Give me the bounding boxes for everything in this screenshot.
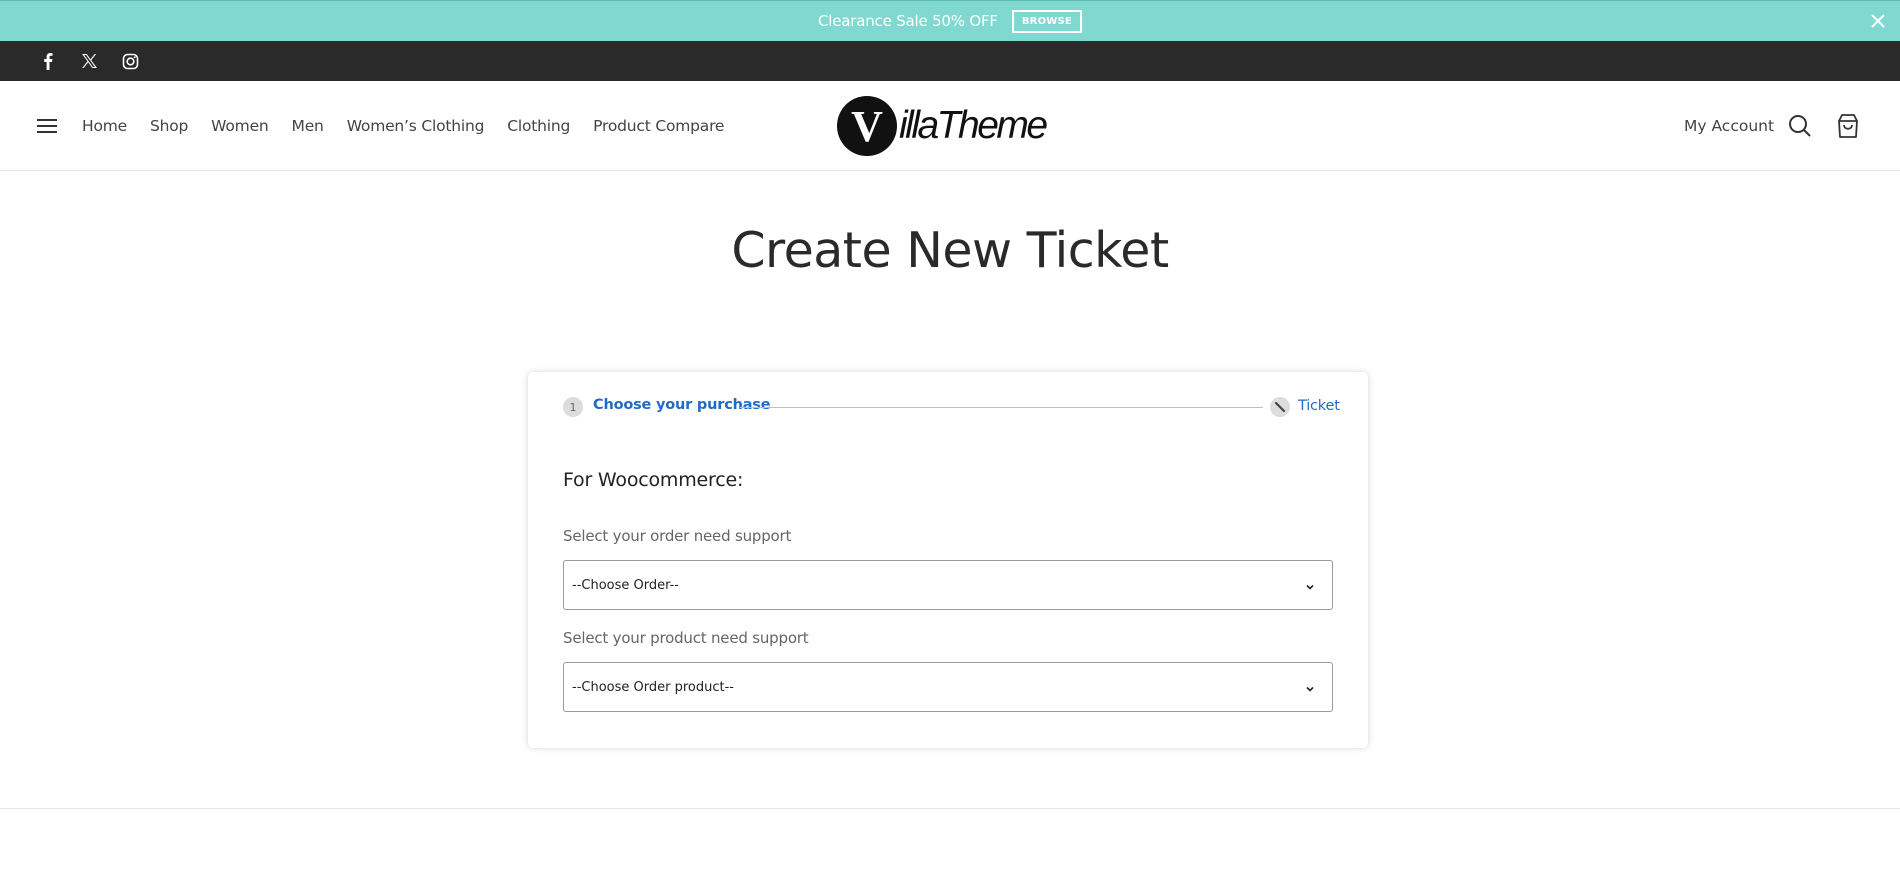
site-logo[interactable]: V illaTheme	[837, 94, 1059, 158]
nav-item-clothing[interactable]: Clothing	[507, 117, 570, 135]
page-title: Create New Ticket	[731, 222, 1169, 279]
x-twitter-icon[interactable]	[79, 51, 99, 71]
facebook-icon[interactable]	[38, 51, 58, 71]
announcement-text: Clearance Sale 50% OFF	[818, 12, 998, 30]
nav-item-home[interactable]: Home	[82, 117, 127, 135]
site-header: Home Shop Women Men Women’s Clothing Clo…	[0, 81, 1900, 171]
instagram-icon[interactable]	[120, 51, 140, 71]
nav-item-men[interactable]: Men	[292, 117, 324, 135]
nav-item-womens-clothing[interactable]: Women’s Clothing	[347, 117, 485, 135]
chevron-down-icon	[1304, 578, 1316, 590]
social-bar	[0, 41, 1900, 81]
step-connector-line	[740, 407, 1263, 408]
step-1-label[interactable]: Choose your purchase	[593, 397, 771, 413]
order-select[interactable]: --Choose Order--	[563, 560, 1333, 610]
section-heading: For Woocommerce:	[563, 469, 744, 491]
my-account-link[interactable]: My Account	[1684, 81, 1774, 171]
logo-text: illaTheme	[899, 104, 1048, 147]
order-select-value: --Choose Order--	[572, 577, 680, 593]
browse-button[interactable]: BROWSE	[1011, 9, 1082, 33]
product-select-value: --Choose Order product--	[572, 679, 734, 695]
nav-item-product-compare[interactable]: Product Compare	[593, 117, 724, 135]
step-2-label[interactable]: Ticket	[1298, 398, 1340, 414]
product-select-label: Select your product need support	[563, 629, 809, 647]
nav-item-shop[interactable]: Shop	[150, 117, 188, 135]
pencil-icon	[1270, 397, 1290, 417]
step-1-number: 1	[563, 397, 583, 417]
product-select[interactable]: --Choose Order product--	[563, 662, 1333, 712]
footer-divider	[0, 808, 1900, 809]
main-nav: Home Shop Women Men Women’s Clothing Clo…	[82, 81, 747, 171]
close-icon[interactable]	[1868, 11, 1888, 31]
chevron-down-icon	[1304, 680, 1316, 692]
nav-item-women[interactable]: Women	[211, 117, 269, 135]
announcement-bar: Clearance Sale 50% OFF BROWSE	[0, 0, 1900, 41]
shopping-bag-icon[interactable]	[1836, 113, 1860, 139]
hamburger-menu-icon[interactable]	[36, 116, 58, 136]
step-indicator: 1 Choose your purchase Ticket	[563, 395, 1340, 419]
logo-mark: V	[837, 96, 897, 156]
order-select-label: Select your order need support	[563, 527, 792, 545]
ticket-form-card: 1 Choose your purchase Ticket For Woocom…	[528, 372, 1368, 748]
search-icon[interactable]	[1788, 114, 1812, 138]
